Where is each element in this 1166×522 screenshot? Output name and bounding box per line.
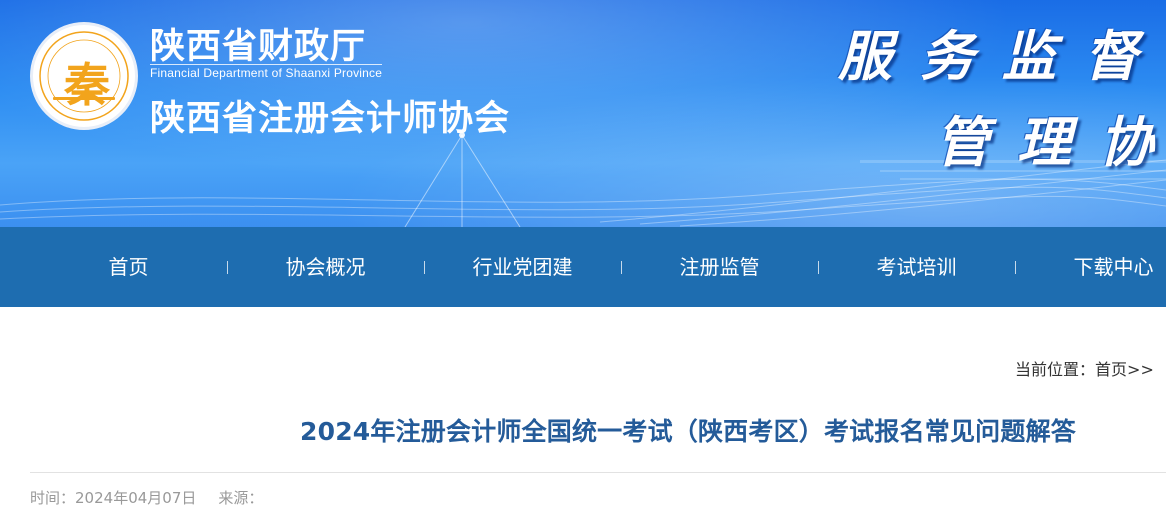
org-name: 陕西省财政厅	[150, 27, 367, 67]
title-divider	[30, 472, 1166, 473]
slogan-line-1: 服务监督	[838, 24, 1166, 88]
breadcrumb-home-link[interactable]: 首页	[1095, 360, 1127, 379]
breadcrumb-separator: >>	[1127, 360, 1154, 379]
nav-item-exam-training[interactable]: 考试培训	[818, 227, 1015, 307]
seal-character: 秦	[64, 58, 110, 112]
header-banner: 秦 陕西省财政厅 Financial Department of Shaanxi…	[0, 0, 1166, 227]
breadcrumb: 当前位置：首页>>	[1015, 356, 1154, 380]
main-nav: 首页 协会概况 行业党团建 注册监管 考试培训 下载中心	[0, 227, 1166, 307]
article-title: 2024年注册会计师全国统一考试（陕西考区）考试报名常见问题解答	[300, 417, 1076, 446]
org-name-english: Financial Department of Shaanxi Province	[150, 64, 383, 80]
source-label: 来源：	[218, 489, 264, 507]
slogan-line-2: 管理协	[935, 110, 1166, 174]
nav-item-about[interactable]: 协会概况	[227, 227, 424, 307]
association-name: 陕西省注册会计师协会	[150, 99, 511, 139]
nav-item-party-building[interactable]: 行业党团建	[424, 227, 621, 307]
nav-item-registration-supervision[interactable]: 注册监管	[621, 227, 818, 307]
breadcrumb-prefix: 当前位置：	[1015, 360, 1096, 379]
publish-date: 2024年04月07日	[75, 489, 197, 507]
nav-item-home[interactable]: 首页	[30, 227, 227, 307]
time-label: 时间：	[30, 489, 76, 507]
association-seal-logo[interactable]: 秦	[30, 22, 138, 130]
nav-item-downloads[interactable]: 下载中心	[1015, 227, 1166, 307]
article-meta: 时间：2024年04月07日 来源：	[30, 487, 263, 508]
